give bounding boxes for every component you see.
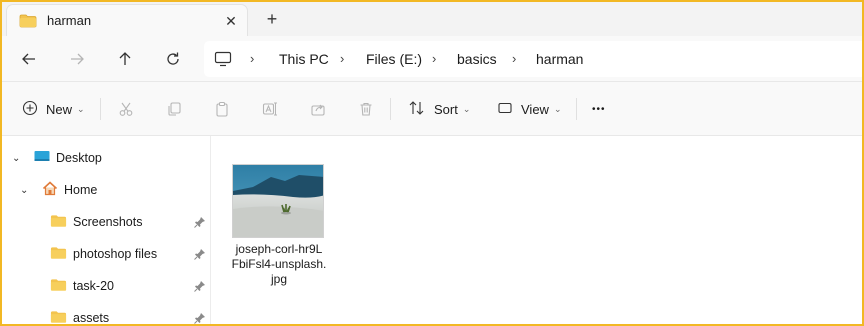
folder-icon — [50, 310, 67, 325]
breadcrumb-harman[interactable]: harman — [536, 51, 583, 67]
share-icon[interactable] — [310, 98, 326, 120]
cut-icon[interactable] — [118, 98, 134, 120]
toolbar-divider — [100, 98, 101, 120]
tab-title: harman — [47, 13, 92, 28]
chevron-down-icon[interactable]: ⌄ — [20, 185, 34, 196]
navigation-pane: ⌄ Desktop ⌄ Home Screenshots photoshop f… — [2, 136, 210, 325]
new-label: New — [46, 101, 73, 117]
view-button[interactable]: View ⌄ — [497, 98, 562, 120]
back-arrow-icon[interactable] — [14, 44, 44, 74]
view-label: View — [521, 101, 549, 117]
chevron-down-icon: ⌄ — [77, 103, 85, 114]
sidebar-item-screenshots[interactable]: Screenshots — [50, 210, 210, 234]
file-list: joseph-corl-hr9L FbiFsl4-unsplash. jpg — [211, 136, 862, 324]
chevron-right-icon[interactable]: › — [512, 51, 516, 66]
sidebar-item-label: Desktop — [56, 151, 102, 165]
sort-icon — [408, 100, 426, 119]
tab-harman[interactable]: harman ✕ — [6, 4, 248, 36]
breadcrumb-files-e[interactable]: Files (E:) — [366, 51, 422, 67]
new-tab-button[interactable]: + — [260, 8, 284, 30]
folder-icon — [19, 14, 37, 31]
folder-icon — [50, 214, 67, 231]
sidebar-item-label: Screenshots — [73, 215, 143, 229]
chevron-right-icon[interactable]: › — [432, 51, 436, 66]
copy-icon[interactable] — [166, 98, 182, 120]
address-bar[interactable]: › This PC › Files (E:) › basics › harman — [204, 41, 862, 77]
up-arrow-icon[interactable] — [110, 44, 140, 74]
sort-label: Sort — [434, 101, 458, 117]
sidebar-item-label: assets — [73, 311, 110, 325]
pin-icon[interactable] — [194, 216, 206, 231]
tab-strip: harman ✕ + — [2, 2, 862, 36]
file-name-line: joseph-corl-hr9L — [235, 242, 323, 256]
delete-icon[interactable] — [358, 98, 374, 120]
folder-icon — [50, 246, 67, 263]
refresh-icon[interactable] — [158, 44, 188, 74]
sidebar-item-desktop[interactable]: ⌄ Desktop — [12, 146, 102, 170]
desktop-icon — [34, 150, 50, 166]
sidebar-item-assets[interactable]: assets — [50, 306, 210, 325]
breadcrumb-this-pc[interactable]: This PC — [279, 51, 329, 67]
folder-icon — [50, 278, 67, 295]
explorer-window: harman ✕ + › This PC › Files (E:) › basi… — [0, 0, 864, 326]
forward-arrow-icon[interactable] — [62, 44, 92, 74]
command-bar: New ⌄ Sort ⌄ View ⌄ ••• — [2, 82, 862, 136]
sidebar-item-home[interactable]: ⌄ Home — [20, 178, 97, 202]
rename-icon[interactable] — [262, 98, 278, 120]
close-tab-icon[interactable]: ✕ — [221, 11, 241, 31]
sidebar-item-label: photoshop files — [73, 247, 158, 261]
more-options-icon[interactable]: ••• — [592, 98, 606, 120]
sidebar-item-label: Home — [64, 183, 98, 197]
chevron-right-icon[interactable]: › — [250, 51, 254, 66]
chevron-down-icon: ⌄ — [553, 103, 562, 114]
pin-icon[interactable] — [194, 312, 206, 324]
image-thumbnail[interactable] — [232, 164, 324, 238]
pin-icon[interactable] — [194, 248, 206, 263]
sidebar-item-label: task-20 — [73, 279, 114, 293]
chevron-down-icon: ⌄ — [462, 103, 471, 114]
sort-button[interactable]: Sort ⌄ — [408, 98, 470, 120]
breadcrumb-basics[interactable]: basics — [457, 51, 497, 67]
view-icon — [497, 100, 513, 119]
file-name-line: FbiFsl4-unsplash. — [231, 257, 327, 271]
plus-circle-icon — [22, 100, 38, 119]
pin-icon[interactable] — [194, 280, 206, 295]
new-button[interactable]: New ⌄ — [22, 98, 85, 120]
toolbar-divider — [390, 98, 391, 120]
chevron-right-icon[interactable]: › — [340, 51, 344, 66]
file-name-line: jpg — [270, 272, 287, 286]
home-icon — [42, 181, 58, 199]
sidebar-item-photoshop-files[interactable]: photoshop files — [50, 242, 210, 266]
sidebar-item-task-20[interactable]: task-20 — [50, 274, 210, 298]
toolbar-divider — [576, 98, 577, 120]
file-name: joseph-corl-hr9L FbiFsl4-unsplash. jpg — [231, 242, 327, 287]
navigation-bar: › This PC › Files (E:) › basics › harman — [2, 36, 862, 82]
computer-icon[interactable] — [214, 51, 232, 70]
chevron-down-icon[interactable]: ⌄ — [12, 153, 26, 164]
paste-icon[interactable] — [214, 98, 230, 120]
